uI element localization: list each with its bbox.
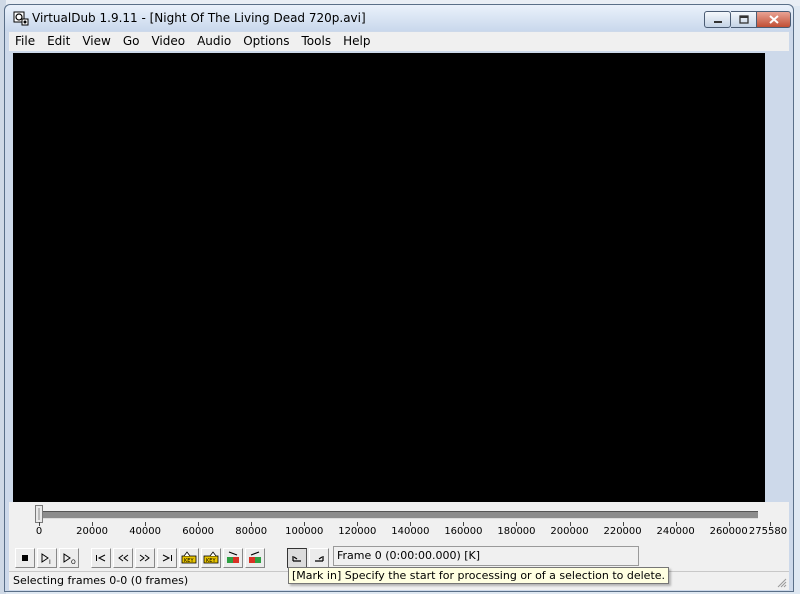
step-backward-icon <box>118 554 129 562</box>
resize-grip-icon[interactable] <box>775 576 787 588</box>
svg-text:KEY: KEY <box>206 558 216 564</box>
timeline-tick-label: 160000 <box>444 526 483 537</box>
menu-go[interactable]: Go <box>117 32 146 51</box>
timeline-tick-label: 60000 <box>182 526 215 537</box>
menu-view[interactable]: View <box>76 32 116 51</box>
mark-out-button[interactable] <box>309 548 329 568</box>
menu-help[interactable]: Help <box>337 32 376 51</box>
play-input-icon: I <box>41 553 51 564</box>
position-control: 0 20000 40000 60000 80000 100000 120000 140000 1… <box>9 502 789 571</box>
play-output-icon: O <box>63 553 76 564</box>
menu-file[interactable]: File <box>9 32 41 51</box>
play-output-button[interactable]: O <box>59 548 79 568</box>
timeline-slider-thumb[interactable] <box>35 505 43 523</box>
menu-tools[interactable]: Tools <box>296 32 338 51</box>
stop-icon <box>22 555 28 561</box>
scene-back-button[interactable] <box>223 548 243 568</box>
timeline-track[interactable] <box>35 511 758 519</box>
timeline-tick-label: 180000 <box>497 526 536 537</box>
go-to-start-icon <box>96 554 106 562</box>
close-icon <box>768 15 779 24</box>
mark-in-tooltip: [Mark in] Specify the start for processi… <box>288 567 670 584</box>
next-keyframe-icon: KEY <box>203 551 219 564</box>
timeline-tick-label: 0 <box>35 526 43 537</box>
menu-options[interactable]: Options <box>237 32 295 51</box>
step-forward-icon <box>139 554 150 562</box>
timeline-tick-label: 120000 <box>338 526 377 537</box>
prev-keyframe-icon: KEY <box>181 551 197 564</box>
prev-keyframe-button[interactable]: KEY <box>179 548 199 568</box>
close-button[interactable] <box>757 11 791 28</box>
timeline-tick-label: 80000 <box>235 526 268 537</box>
scene-forward-icon <box>249 551 261 563</box>
minimize-icon <box>713 20 722 23</box>
scene-back-icon <box>227 551 239 563</box>
go-to-end-icon <box>162 554 172 562</box>
window-title: VirtualDub 1.9.11 - [Night Of The Living… <box>32 11 366 25</box>
timeline-tick-label: 240000 <box>656 526 695 537</box>
timeline-tick-label: 140000 <box>391 526 430 537</box>
go-to-start-button[interactable] <box>91 548 111 568</box>
play-input-button[interactable]: I <box>37 548 57 568</box>
menu-bar: File Edit View Go Video Audio Options To… <box>9 32 789 51</box>
mark-in-button[interactable] <box>287 548 307 568</box>
timeline-tick-label: 200000 <box>550 526 589 537</box>
status-text: Selecting frames 0-0 (0 frames) <box>13 574 189 587</box>
menu-video[interactable]: Video <box>145 32 191 51</box>
step-forward-button[interactable] <box>135 548 155 568</box>
timeline-tick-label: 275580 <box>748 526 788 537</box>
go-to-end-button[interactable] <box>157 548 177 568</box>
frame-indicator[interactable]: Frame 0 (0:00:00.000) [K] <box>333 546 639 566</box>
mark-in-icon <box>292 556 301 562</box>
menu-edit[interactable]: Edit <box>41 32 76 51</box>
step-backward-button[interactable] <box>113 548 133 568</box>
mark-out-icon <box>315 556 324 562</box>
timeline-tick-label: 220000 <box>603 526 642 537</box>
app-window: VirtualDub 1.9.11 - [Night Of The Living… <box>4 4 794 592</box>
timeline-tick-label: 100000 <box>285 526 324 537</box>
stop-button[interactable] <box>15 548 35 568</box>
timeline-tick-label: 260000 <box>709 526 748 537</box>
timeline-tick-label: 20000 <box>76 526 108 537</box>
timeline-tick-label: 40000 <box>129 526 161 537</box>
svg-text:O: O <box>71 559 76 564</box>
maximize-icon <box>738 15 749 24</box>
svg-text:KEY: KEY <box>184 558 194 564</box>
scene-forward-button[interactable] <box>245 548 265 568</box>
maximize-button[interactable] <box>731 11 757 28</box>
menu-audio[interactable]: Audio <box>191 32 237 51</box>
title-bar[interactable]: VirtualDub 1.9.11 - [Night Of The Living… <box>5 5 793 31</box>
minimize-button[interactable] <box>704 11 731 28</box>
video-preview-pane <box>13 53 765 502</box>
svg-text:I: I <box>49 559 51 564</box>
next-keyframe-button[interactable]: KEY <box>201 548 221 568</box>
virtualdub-app-icon[interactable] <box>13 10 29 26</box>
